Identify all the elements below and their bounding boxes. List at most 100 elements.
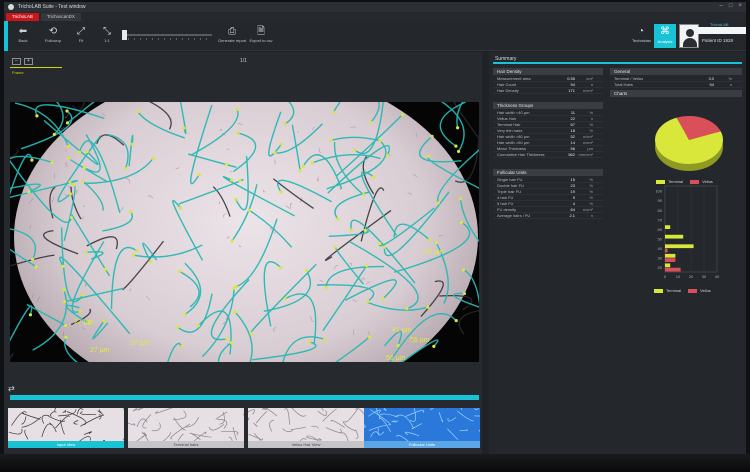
window-controls: – □ ×	[720, 3, 742, 9]
avatar-head	[686, 29, 694, 37]
hair-root-marker	[66, 144, 71, 149]
bar-terminal	[665, 225, 671, 229]
sync-icon[interactable]: ⇄	[8, 384, 15, 393]
fit-button[interactable]: ⤢ Fit	[70, 25, 92, 47]
hair-root-marker	[364, 264, 369, 268]
hair-root-marker	[69, 215, 73, 220]
hair-root-marker	[456, 149, 461, 154]
hair-root-marker	[130, 142, 134, 146]
hair-root-marker	[369, 120, 373, 124]
hair-root-marker	[151, 156, 155, 160]
bar-terminal	[665, 244, 694, 249]
row-name: Total Hairs	[614, 82, 633, 87]
thickness-annotation: 27 µm	[90, 347, 110, 354]
thumbnail-vellus-hairs[interactable]: Vellus Hair View	[248, 408, 364, 448]
maximize-button[interactable]: □	[729, 3, 733, 9]
legend-terminal: Terminal	[666, 288, 682, 293]
thickness-table: Hair width <40 µm 11% Vellus Hair 22 n Term…	[493, 110, 603, 158]
hair-root-marker	[197, 173, 201, 177]
patient-name-field[interactable]	[698, 27, 746, 34]
thickness-annotation: 27 µm	[130, 340, 150, 347]
bar-y-tick: 20	[658, 265, 663, 270]
hair-root-marker	[238, 178, 242, 183]
back-button[interactable]: ⬅ Back	[12, 25, 34, 47]
hair-root-marker	[367, 335, 372, 339]
hair-root-marker	[378, 241, 382, 246]
dark-hair	[10, 353, 14, 360]
hair-root-marker	[310, 161, 315, 165]
thumbnail-follicular-units[interactable]: Follicular Units	[364, 408, 480, 448]
actual-size-button[interactable]: ⤡ 1:1	[96, 25, 118, 47]
thumbnail-terminal-hairs[interactable]: Terminal hairs	[128, 408, 244, 448]
hair-root-marker	[148, 260, 153, 264]
detected-hair	[10, 305, 33, 342]
bar-x-tick: 40	[715, 274, 720, 279]
hair-density-header: Hair Density	[493, 68, 603, 75]
bar-x-tick: 20	[689, 274, 694, 279]
thumbnail-input-view[interactable]: Input View	[8, 408, 124, 448]
hair-root-marker	[178, 269, 182, 274]
row-unit: n/cm²	[583, 88, 593, 93]
zoom-out-button[interactable]: −	[12, 58, 21, 65]
hair-root-marker	[102, 319, 106, 323]
hair-root-marker	[68, 192, 73, 196]
hair-root-marker	[84, 250, 88, 254]
hair-root-marker	[67, 156, 71, 160]
zoom-slider-ticks	[122, 38, 212, 40]
zoom-slider[interactable]	[122, 30, 212, 40]
technician-icon: ◔	[637, 26, 645, 37]
zoom-slider-handle[interactable]	[122, 30, 127, 40]
hair-root-marker	[72, 183, 76, 187]
hair-root-marker	[85, 149, 89, 154]
hair-root-marker	[136, 110, 140, 114]
row-name: Hair Density	[497, 88, 519, 93]
followup-button[interactable]: ⟲ Followup	[42, 25, 64, 47]
analysis-button[interactable]: ⌘ Analysis	[654, 24, 676, 48]
app-logo-icon	[8, 4, 14, 10]
hair-root-marker	[298, 169, 302, 173]
frame-underline	[10, 67, 62, 68]
minimize-button[interactable]: –	[720, 3, 723, 9]
tab-trichoscandx[interactable]: TrichoscanDX	[40, 13, 81, 21]
bar-y-tick: 90	[658, 198, 663, 203]
hair-root-marker	[301, 164, 305, 168]
fit-label: Fit	[78, 38, 84, 43]
back-label: Back	[18, 38, 28, 43]
patient-avatar[interactable]	[679, 24, 699, 48]
hair-root-marker	[123, 166, 128, 171]
hair-root-marker	[224, 162, 229, 167]
printer-icon: ⎙	[228, 26, 236, 37]
thumbnail-terminal-label: Terminal hairs	[128, 441, 244, 448]
generate-report-button[interactable]: ⎙ Generate report	[218, 25, 246, 47]
export-csv-button[interactable]: 🗎 Export to csv	[248, 25, 274, 47]
hair-root-marker	[426, 154, 431, 158]
zoom-in-button[interactable]: +	[24, 58, 33, 65]
hair-root-marker	[52, 132, 56, 136]
legend-vellus: Vellus	[700, 288, 711, 293]
thumbnail-input-label: Input View	[8, 441, 124, 448]
trichoscopy-image[interactable]: 23 µm 27 µm 27 µm 41 µm 56 µm 56 µm 27 µm	[10, 102, 479, 362]
window-titlebar: TrichoLAB Suite - Test window – □ ×	[4, 2, 746, 12]
hair-root-marker	[62, 288, 66, 292]
toolbar-accent	[4, 21, 8, 51]
hair-root-marker	[324, 285, 328, 290]
close-button[interactable]: ×	[738, 3, 742, 9]
hair-root-marker	[331, 110, 335, 114]
row-value: 2.1	[569, 213, 575, 218]
hair-root-marker	[34, 265, 38, 269]
hair-root-marker	[329, 138, 333, 143]
arrow-left-icon: ⬅	[18, 26, 28, 37]
tab-tricholab[interactable]: TrichoLAB	[6, 13, 39, 21]
general-table: Terminal / Vellus 3.0% Total Hairs 94 n	[610, 76, 742, 88]
monitor-bottom-bezel	[0, 454, 750, 472]
technician-button[interactable]: ◔ Technician	[632, 25, 651, 47]
hair-root-marker	[382, 245, 386, 249]
hair-root-marker	[432, 344, 436, 349]
thumbnail-vellus-label: Vellus Hair View	[248, 441, 364, 448]
thumbnail-vellus-image	[248, 408, 364, 448]
thumbnail-terminal-image	[128, 408, 244, 448]
export-csv-label: Export to csv	[249, 38, 273, 43]
hair-root-marker	[279, 265, 283, 270]
summary-pane: Summary Hair Density Measurement area 0.5…	[489, 52, 746, 454]
patient-id: Patient ID 1928	[702, 38, 733, 43]
